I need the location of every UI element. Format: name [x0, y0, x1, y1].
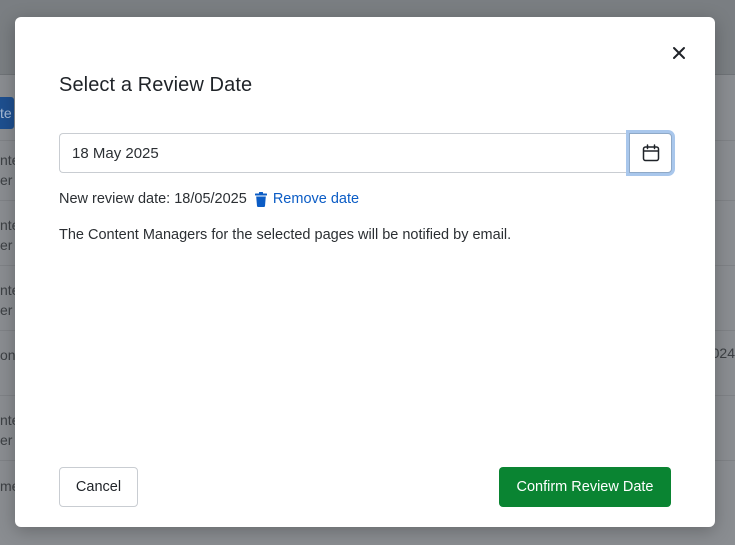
notification-notice: The Content Managers for the selected pa…: [59, 227, 512, 243]
background-cell: er: [0, 302, 13, 318]
background-cell: er: [0, 432, 13, 448]
calendar-icon: [642, 144, 659, 162]
close-button[interactable]: [669, 43, 689, 63]
modal-title: Select a Review Date: [59, 74, 253, 96]
background-cell: on: [0, 347, 16, 363]
review-date-modal: Select a Review Date New review date: 18…: [15, 17, 715, 527]
trash-icon: [254, 191, 267, 207]
review-date-input[interactable]: [59, 133, 629, 173]
new-review-date-text: New review date: 18/05/2025: [59, 191, 247, 207]
remove-date-label: Remove date: [272, 191, 360, 207]
background-cell-right: 024: [711, 345, 735, 361]
background-button-label: te: [0, 105, 12, 121]
close-icon: [673, 47, 685, 59]
background-cell: er: [0, 172, 13, 188]
cancel-button[interactable]: Cancel: [59, 467, 138, 507]
new-review-date-line: New review date: 18/05/2025 Remove date: [59, 191, 359, 207]
calendar-button[interactable]: [629, 133, 672, 173]
background-cell: er: [0, 237, 13, 253]
confirm-review-date-button[interactable]: Confirm Review Date: [499, 467, 671, 507]
date-picker: [59, 133, 672, 173]
remove-date-link[interactable]: Remove date: [254, 191, 360, 207]
